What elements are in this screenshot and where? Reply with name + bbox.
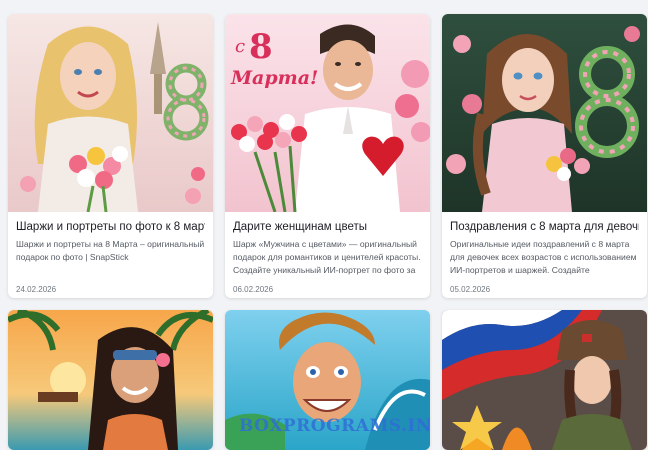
svg-text:8: 8 (249, 27, 273, 67)
card-thumbnail[interactable] (442, 310, 647, 450)
card-thumbnail[interactable] (8, 310, 213, 450)
card-description: Шарж «Мужчина с цветами» — оригинальный … (233, 239, 421, 275)
article-card[interactable] (8, 310, 213, 450)
card-thumbnail[interactable]: BOXPROGRAMS.INFO (225, 310, 430, 450)
card-title[interactable]: Шаржи и портреты по фото к 8 марта (16, 220, 205, 235)
svg-text:Марта!: Марта! (230, 67, 318, 89)
watermark-text: BOXPROGRAMS.INFO (239, 416, 430, 436)
svg-text:с: с (235, 36, 245, 57)
article-card[interactable]: BOXPROGRAMS.INFO (225, 310, 430, 450)
card-date: 24.02.2026 (16, 285, 57, 294)
card-date: 06.02.2026 (233, 285, 274, 294)
card-title[interactable]: Поздравления с 8 марта для девочки (450, 220, 639, 235)
card-thumbnail[interactable] (442, 14, 647, 212)
article-grid: Шаржи и портреты по фото к 8 марта Шаржи… (0, 0, 648, 450)
card-date: 05.02.2026 (450, 285, 491, 294)
article-card[interactable]: Шаржи и портреты по фото к 8 марта Шаржи… (8, 14, 213, 298)
card-description: Шаржи и портреты на 8 Марта – оригинальн… (16, 239, 205, 262)
card-title[interactable]: Дарите женщинам цветы (233, 220, 422, 235)
article-card[interactable]: с 8 Марта! Дарите женщинам цветы Шарж «М… (225, 14, 430, 298)
card-description: Оригинальные идеи поздравлений с 8 марта… (450, 239, 637, 275)
article-card[interactable]: Поздравления с 8 марта для девочки Ориги… (442, 14, 647, 298)
article-card[interactable] (442, 310, 647, 450)
card-thumbnail[interactable] (8, 14, 213, 212)
card-thumbnail[interactable]: с 8 Марта! (225, 14, 430, 212)
